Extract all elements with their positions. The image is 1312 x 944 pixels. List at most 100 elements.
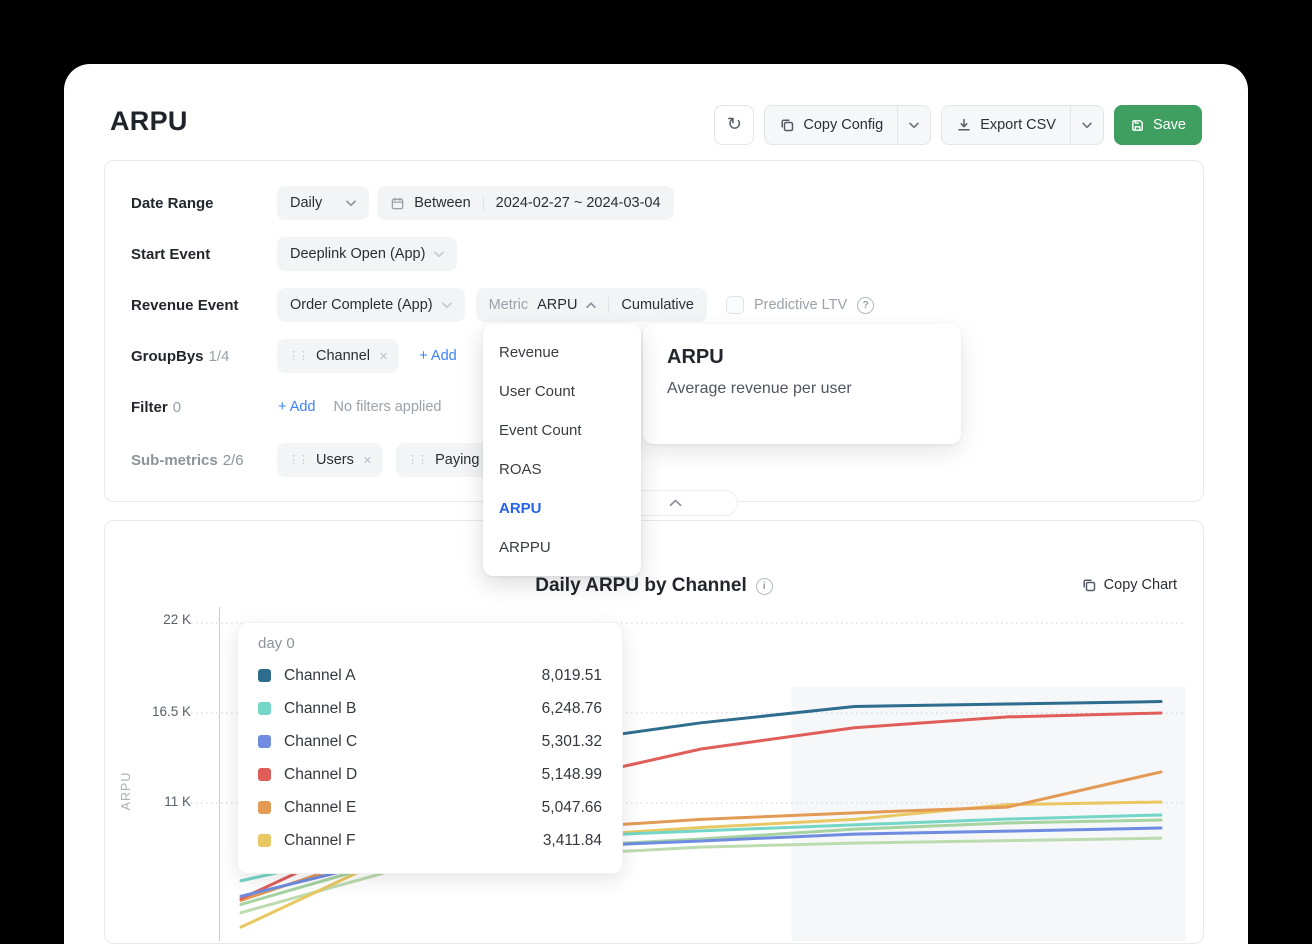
- groupbys-add-button[interactable]: + Add: [419, 348, 457, 364]
- series-value: 3,411.84: [543, 832, 602, 850]
- metric-option-arpu[interactable]: ARPU: [483, 489, 641, 528]
- granularity-value: Daily: [290, 195, 322, 211]
- copy-chart-label: Copy Chart: [1104, 577, 1177, 593]
- refresh-button[interactable]: ↻: [714, 105, 754, 145]
- chart-title: Daily ARPU by Channel: [535, 575, 747, 597]
- revenue-event-select[interactable]: Order Complete (App): [277, 288, 465, 322]
- groupby-chip-channel[interactable]: ⋮⋮ Channel ✕: [277, 339, 399, 373]
- copy-icon: [1081, 577, 1097, 593]
- start-event-label: Start Event: [131, 246, 210, 263]
- metric-select[interactable]: Metric ARPU Cumulative: [476, 288, 707, 322]
- predictive-ltv-option: Predictive LTV ?: [726, 296, 874, 314]
- info-circle-icon[interactable]: i: [756, 578, 773, 595]
- chevron-down-icon: [1082, 122, 1092, 129]
- question-circle-icon[interactable]: ?: [857, 297, 874, 314]
- series-value: 5,047.66: [542, 799, 602, 817]
- export-csv-button-group: Export CSV: [941, 105, 1104, 145]
- tooltip-row: Channel A 8,019.51: [258, 659, 602, 692]
- metric-info-description: Average revenue per user: [667, 380, 937, 398]
- metric-option-event-count[interactable]: Event Count: [483, 411, 641, 450]
- drag-handle-icon[interactable]: ⋮⋮: [288, 455, 308, 466]
- copy-config-caret[interactable]: [897, 106, 930, 144]
- chevron-down-icon: [434, 251, 444, 258]
- drag-handle-icon[interactable]: ⋮⋮: [288, 351, 308, 362]
- series-label: Channel D: [284, 766, 357, 784]
- page-title: ARPU: [110, 106, 188, 137]
- submetric-chip-users[interactable]: ⋮⋮ Users ✕: [277, 443, 383, 477]
- export-csv-caret[interactable]: [1070, 106, 1103, 144]
- export-csv-label: Export CSV: [980, 117, 1056, 133]
- chevron-down-icon: [909, 122, 919, 129]
- series-swatch: [258, 801, 271, 814]
- start-event-row: Start Event Deeplink Open (App): [131, 237, 1177, 271]
- metric-dropdown-menu: Revenue User Count Event Count ROAS ARPU…: [483, 324, 641, 576]
- date-range-row: Date Range Daily Between 2024-02-27 ~ 20…: [131, 186, 1177, 220]
- revenue-event-value: Order Complete (App): [290, 297, 433, 313]
- series-swatch: [258, 735, 271, 748]
- export-csv-button[interactable]: Export CSV: [942, 106, 1070, 144]
- predictive-ltv-checkbox[interactable]: [726, 296, 744, 314]
- drag-handle-icon[interactable]: ⋮⋮: [407, 455, 427, 466]
- tooltip-row: Channel E 5,047.66: [258, 791, 602, 824]
- series-swatch: [258, 834, 271, 847]
- cumulative-toggle[interactable]: Cumulative: [621, 297, 694, 313]
- filter-add-button[interactable]: + Add: [278, 399, 316, 415]
- tooltip-row: Channel B 6,248.76: [258, 692, 602, 725]
- copy-config-button[interactable]: Copy Config: [765, 106, 897, 144]
- granularity-select[interactable]: Daily: [277, 186, 369, 220]
- series-label: Channel A: [284, 667, 356, 685]
- series-swatch: [258, 669, 271, 682]
- chevron-up-icon: [586, 302, 596, 309]
- series-label: Channel E: [284, 799, 356, 817]
- date-range-value: 2024-02-27 ~ 2024-03-04: [496, 195, 661, 211]
- chevron-up-icon: [669, 499, 682, 507]
- metric-option-revenue[interactable]: Revenue: [483, 333, 641, 372]
- close-icon[interactable]: ✕: [379, 350, 388, 363]
- date-range-label: Date Range: [131, 195, 214, 212]
- series-value: 6,248.76: [542, 700, 602, 718]
- chart-tooltip: day 0 Channel A 8,019.51 Channel B 6,248…: [237, 622, 623, 874]
- metric-option-user-count[interactable]: User Count: [483, 372, 641, 411]
- series-label: Channel B: [284, 700, 356, 718]
- tooltip-header: day 0: [258, 635, 602, 652]
- close-icon[interactable]: ✕: [363, 454, 372, 467]
- between-label: Between: [414, 195, 470, 211]
- submetrics-count: 2/6: [223, 452, 244, 469]
- series-swatch: [258, 768, 271, 781]
- series-value: 5,301.32: [542, 733, 602, 751]
- chevron-down-icon: [346, 200, 356, 207]
- main-card: ARPU ↻ Copy Config Export CSV: [64, 64, 1248, 944]
- date-range-picker[interactable]: Between 2024-02-27 ~ 2024-03-04: [377, 186, 673, 220]
- copy-config-button-group: Copy Config: [764, 105, 931, 145]
- submetric-chip-label: Users: [316, 452, 354, 468]
- groupbys-count: 1/4: [209, 348, 230, 365]
- series-value: 8,019.51: [542, 667, 602, 685]
- header-actions: ↻ Copy Config Export CSV: [714, 105, 1202, 145]
- predictive-ltv-label: Predictive LTV: [754, 297, 847, 313]
- filter-empty-text: No filters applied: [334, 399, 442, 415]
- tooltip-row: Channel F 3,411.84: [258, 824, 602, 857]
- metric-info-card: ARPU Average revenue per user: [643, 324, 961, 444]
- tooltip-row: Channel C 5,301.32: [258, 725, 602, 758]
- revenue-event-row: Revenue Event Order Complete (App) Metri…: [131, 288, 1177, 322]
- start-event-select[interactable]: Deeplink Open (App): [277, 237, 457, 271]
- refresh-icon: ↻: [727, 115, 742, 133]
- series-label: Channel C: [284, 733, 357, 751]
- chevron-down-icon: [442, 302, 452, 309]
- save-label: Save: [1153, 117, 1186, 133]
- filter-count: 0: [173, 399, 181, 416]
- groupbys-label: GroupBys: [131, 348, 204, 365]
- start-event-value: Deeplink Open (App): [290, 246, 425, 262]
- copy-chart-button[interactable]: Copy Chart: [1081, 577, 1177, 593]
- download-icon: [956, 117, 972, 133]
- metric-option-arppu[interactable]: ARPPU: [483, 528, 641, 567]
- submetrics-label: Sub-metrics: [131, 452, 218, 469]
- save-button[interactable]: Save: [1114, 105, 1202, 145]
- metric-option-roas[interactable]: ROAS: [483, 450, 641, 489]
- filter-label: Filter: [131, 399, 168, 416]
- save-icon: [1130, 118, 1145, 133]
- metric-value: ARPU: [537, 297, 577, 313]
- tooltip-row: Channel D 5,148.99: [258, 758, 602, 791]
- copy-config-label: Copy Config: [803, 117, 883, 133]
- copy-icon: [779, 117, 795, 133]
